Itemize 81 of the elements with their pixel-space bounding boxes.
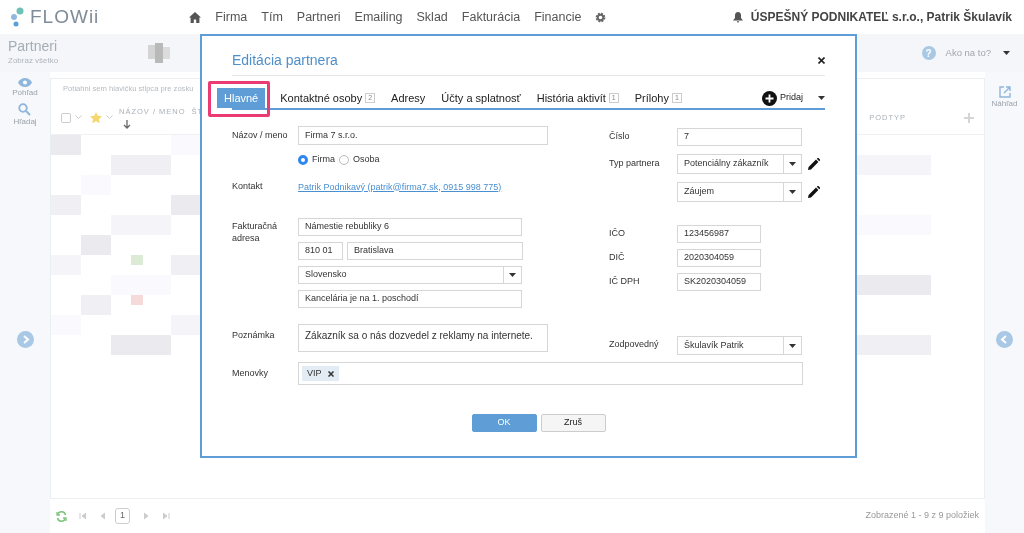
tag-label: VIP (307, 366, 322, 380)
nav-link[interactable]: Emailing (354, 7, 403, 27)
highlight-frame (208, 81, 270, 117)
field-label: Fakturačná adresa (232, 220, 279, 245)
eye-icon[interactable] (18, 78, 32, 87)
text-field[interactable]: 2020304059 (677, 249, 761, 267)
home-icon[interactable] (189, 11, 202, 23)
radio-button[interactable] (298, 154, 308, 165)
add-column-icon[interactable] (964, 112, 974, 123)
nav-link[interactable]: Fakturácia (461, 7, 521, 27)
text-field[interactable]: 7 (677, 128, 802, 146)
search-icon[interactable] (18, 103, 32, 116)
tab[interactable]: Účty a splatnosť (434, 88, 528, 108)
account-name[interactable]: ÚSPEŠNÝ PODNIKATEĽ s.r.o., Patrik Škulavík (750, 8, 1012, 26)
logo-icon (10, 7, 26, 27)
select-field[interactable]: Slovensko (298, 266, 522, 284)
settings-icon[interactable] (595, 11, 607, 23)
radio-button[interactable] (339, 154, 349, 165)
field-label: IČ DPH (609, 276, 641, 288)
pager-summary: Zobrazené 1 - 9 z 9 položiek (865, 509, 979, 523)
select-field[interactable]: Škulavík Patrik (677, 336, 802, 355)
text-field[interactable]: Firma 7 s.r.o. (298, 126, 548, 145)
nav-link[interactable]: Sklad (416, 7, 448, 27)
cancel-button[interactable]: Zruš (540, 414, 606, 432)
nav-link[interactable]: Tím (261, 7, 283, 27)
text-field[interactable]: Kancelária je na 1. poschodí (298, 290, 522, 308)
bell-icon[interactable] (732, 11, 743, 23)
text-field[interactable]: SK2020304059 (677, 273, 761, 291)
select-field[interactable]: Záujem (677, 182, 802, 202)
collapse-icon[interactable] (996, 331, 1013, 348)
last-page-icon[interactable] (162, 512, 170, 520)
text-field[interactable]: 810 01 (298, 242, 343, 260)
field-label: Názov / meno (232, 129, 289, 142)
add-button[interactable]: Pridaj (755, 88, 810, 108)
caret-icon (789, 162, 796, 166)
remove-icon[interactable] (327, 370, 334, 377)
textarea-field[interactable]: Zákazník sa o nás dozvedel z reklamy na internete. (298, 324, 548, 352)
previous-page-icon[interactable] (99, 512, 107, 520)
text-field[interactable]: 123456987 (677, 225, 761, 243)
sort-arrow-icon[interactable] (123, 120, 131, 130)
field-label: Zodpovedný (609, 339, 660, 351)
close-icon[interactable] (818, 57, 825, 64)
refresh-icon[interactable] (56, 510, 67, 522)
tab[interactable]: Adresy (384, 88, 433, 108)
dialog-title: Editácia partnera (232, 51, 338, 70)
expand-icon[interactable] (16, 331, 34, 348)
caret-icon (818, 96, 825, 100)
tags-field[interactable]: VIP (298, 362, 803, 385)
caret-icon (789, 343, 796, 348)
plus-icon (762, 90, 777, 106)
nav-link[interactable]: Firma (215, 7, 248, 27)
star-icon[interactable] (90, 111, 102, 124)
field-label: IČO (609, 228, 626, 240)
external-link-icon[interactable] (998, 86, 1011, 98)
first-page-icon[interactable] (79, 512, 87, 520)
edit-icon[interactable] (808, 158, 820, 170)
brand-name: FLOWii (30, 4, 100, 29)
edit-icon[interactable] (808, 186, 820, 198)
radio-label: Osoba (353, 153, 380, 166)
text-field[interactable]: Námestie rebubliky 6 (298, 218, 522, 236)
caret-icon (1003, 51, 1010, 55)
field-label: Menovky (232, 367, 269, 380)
page-title: Partneri (8, 39, 59, 55)
field-label: Typ partnera (609, 158, 661, 170)
caret-icon (509, 273, 516, 277)
field-label: Kontakt (232, 181, 264, 194)
field-label: Poznámka (232, 329, 276, 342)
select-field[interactable]: Potenciálny zákazník (677, 154, 802, 174)
field-label: DIČ (609, 252, 626, 264)
radio-label: Firma (312, 153, 335, 166)
caret-icon (789, 190, 796, 194)
text-field[interactable]: Bratislava (347, 242, 523, 260)
contact-link[interactable]: Patrik Podnikavý (patrik@firma7.sk, 0915 998 775) (298, 180, 502, 194)
chevron-icon[interactable] (106, 115, 113, 120)
field-label: Číslo (609, 131, 631, 143)
page-number[interactable]: 1 (115, 508, 130, 524)
nav-link[interactable]: Partneri (296, 7, 341, 27)
nav-link[interactable]: Financie (534, 7, 582, 27)
chevron-icon[interactable] (75, 115, 82, 120)
next-page-icon[interactable] (142, 512, 150, 520)
checkbox[interactable] (61, 112, 71, 123)
